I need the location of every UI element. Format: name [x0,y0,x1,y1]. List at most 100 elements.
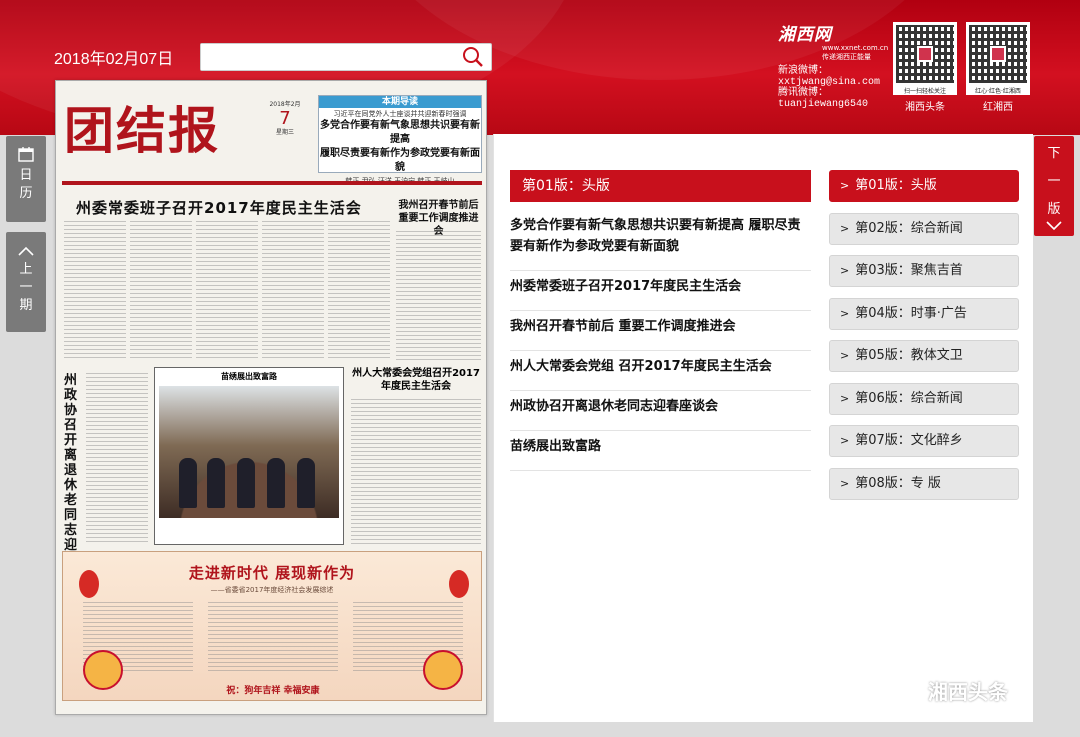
dog-mascot-icon [83,650,123,690]
newspaper-day: 7 [279,108,291,129]
photo-image [159,386,339,518]
calendar-label-2: 历 [19,186,33,201]
text-column [396,231,481,361]
chevron-right-icon: > [840,264,850,277]
page-tab-06[interactable]: > 第06版：综合新闻 [829,382,1019,415]
news-photo: 苗绣展出致富路 [154,367,344,545]
site-url: www.xxnet.com.cn [822,44,889,52]
qr-label: 湘西头条 [905,102,945,113]
calendar-button[interactable]: 日 历 [6,136,46,222]
text-column [86,373,148,545]
text-column [328,221,390,361]
chevron-right-icon: > [840,349,850,362]
issue-date: 2018年02月07日 [54,51,174,68]
newspaper-page-preview[interactable]: 团结报 2018年2月 7 星期三 本期导读 习近平在同党外人士座谈并共迎新春时… [55,80,487,715]
page-tab-05[interactable]: > 第05版：教体文卫 [829,340,1019,372]
text-column [262,221,324,361]
chevron-right-icon: > [840,306,850,320]
masthead-rule [62,181,482,185]
page-tab-02[interactable]: > 第02版：综合新闻 [829,212,1019,245]
banner-title: 走进新时代 展现新作为 [188,564,356,582]
prev-label-3: 期 [19,298,33,313]
sina-label: 新浪微博： [778,66,828,77]
chevron-right-icon: > [840,476,850,490]
chevron-up-icon [6,242,46,260]
banner-subtitle: ——省委省2017年度经济社会发展综述 [210,586,334,594]
site-slogan: 传递湘西正能量 [822,53,871,61]
text-column [208,602,338,672]
text-column [351,399,481,545]
sina-value: xxtjwang@sina.com [778,77,881,88]
next-label-3: 版 [1047,202,1061,217]
page-tab-label: 第01版：头版 [855,178,937,193]
search-input[interactable] [201,44,451,70]
page-tab-04[interactable]: > 第04版：时事·广告 [829,297,1019,330]
next-page-button[interactable]: 下 一 版 [1034,136,1074,236]
text-column [64,221,126,361]
page-tab-03[interactable]: > 第03版：聚焦吉首 [829,255,1019,287]
tencent-label: 腾讯微博： [778,88,828,99]
headline-list: 多党合作要有新气象思想共识要有新提高 履职尽责要有新作为参政党要有新面貌 州委常… [510,210,811,471]
guide-headline: 多党合作要有新气象思想共识要有新提高 [320,120,480,145]
headline-item[interactable]: 州政协召开离退休老同志迎春座谈会 [510,391,811,431]
chevron-right-icon: > [840,391,850,405]
section-title: 第01版：头版 [510,170,811,202]
paper-headline-npc: 州人大常委会党组召开2017年度民主生活会 [352,368,480,392]
chevron-right-icon: > [840,179,850,192]
page-tab-label: 第07版：文化醉乡 [855,433,963,448]
chevron-right-icon: > [840,221,850,235]
site-logo[interactable]: 湘西网 [778,20,888,45]
headline-item[interactable]: 州委常委班子召开2017年度民主生活会 [510,271,811,311]
search-icon[interactable] [461,45,487,71]
page-tab-label: 第03版：聚焦吉首 [855,263,963,278]
chevron-down-icon [1046,220,1062,235]
photo-caption: 苗绣展出致富路 [221,372,277,381]
page-tab-label: 第04版：时事·广告 [855,305,967,321]
headline-item[interactable]: 苗绣展出致富路 [510,431,811,471]
lantern-icon [79,570,99,598]
newspaper-weekday: 星期三 [275,129,294,136]
next-label-1: 下 [1047,146,1061,161]
prev-label-2: 一 [19,280,33,295]
issue-guide-box: 本期导读 习近平在同党外人士座谈并共迎新春时强调 多党合作要有新气象思想共识要有… [318,95,482,185]
watermark-text: 湘西头条 [928,680,1008,704]
guide-title: 本期导读 [319,96,481,108]
page-tab-label: 第05版：教体文卫 [855,348,963,363]
page-tab-label: 第02版：综合新闻 [855,220,963,236]
qr-code-xiangxi-toutiao [893,22,957,86]
qr-caption: 红心·红色·红湘西 [966,86,1030,95]
lantern-icon [449,570,469,598]
headline-item[interactable]: 多党合作要有新气象思想共识要有新提高 履职尽责要有新作为参政党要有新面貌 [510,210,811,271]
text-column [196,221,258,361]
prev-label-1: 上 [19,262,33,277]
qr-code-hong-xiangxi [966,22,1030,86]
calendar-label-1: 日 [19,168,33,183]
qr-label: 红湘西 [983,102,1013,113]
page-tab-label: 第06版：综合新闻 [855,390,963,406]
tencent-value: tuanjiewang6540 [778,99,869,110]
brand-block: 湘西网 www.xxnet.com.cn 传递湘西正能量 新浪微博： xxtjw… [778,20,888,110]
page-tab-label: 第08版：专 版 [855,475,941,491]
headline-item[interactable]: 我州召开春节前后 重要工作调度推进会 [510,311,811,351]
guide-subtitle: 习近平在同党外人士座谈并共迎新春时强调 [333,110,467,118]
qr-caption: 扫一扫轻松关注 [893,86,957,95]
page-list: > 第01版：头版 > 第02版：综合新闻 > 第03版：聚焦吉首 > 第04版：时事·… [829,170,1019,510]
calendar-icon [6,146,46,166]
guide-headline: 履职尽责要有新作为参政党要有新面貌 [320,148,480,173]
newspaper-date: 2018年2月 7 星期三 [261,101,309,137]
previous-issue-button[interactable]: 上 一 期 [6,232,46,332]
next-label-2: 一 [1047,174,1061,189]
text-column [130,221,192,361]
dog-mascot-icon [423,650,463,690]
page-tab-07[interactable]: > 第07版：文化醉乡 [829,425,1019,457]
page-tab-01[interactable]: > 第01版：头版 [829,170,1019,202]
page-tab-08[interactable]: > 第08版：专 版 [829,467,1019,500]
banner-greeting: 祝：狗年吉祥 幸福安康 [226,686,320,696]
search-box [200,43,492,71]
wechat-icon [892,683,922,705]
newspaper-masthead: 团结报 [64,103,220,159]
chevron-right-icon: > [840,434,850,447]
feature-banner: 走进新时代 展现新作为 ——省委省2017年度经济社会发展综述 祝：狗年吉祥 幸… [62,551,482,701]
paper-headline-main: 州委常委班子召开2017年度民主生活会 [76,199,362,217]
headline-item[interactable]: 州人大常委会党组 召开2017年度民主生活会 [510,351,811,391]
